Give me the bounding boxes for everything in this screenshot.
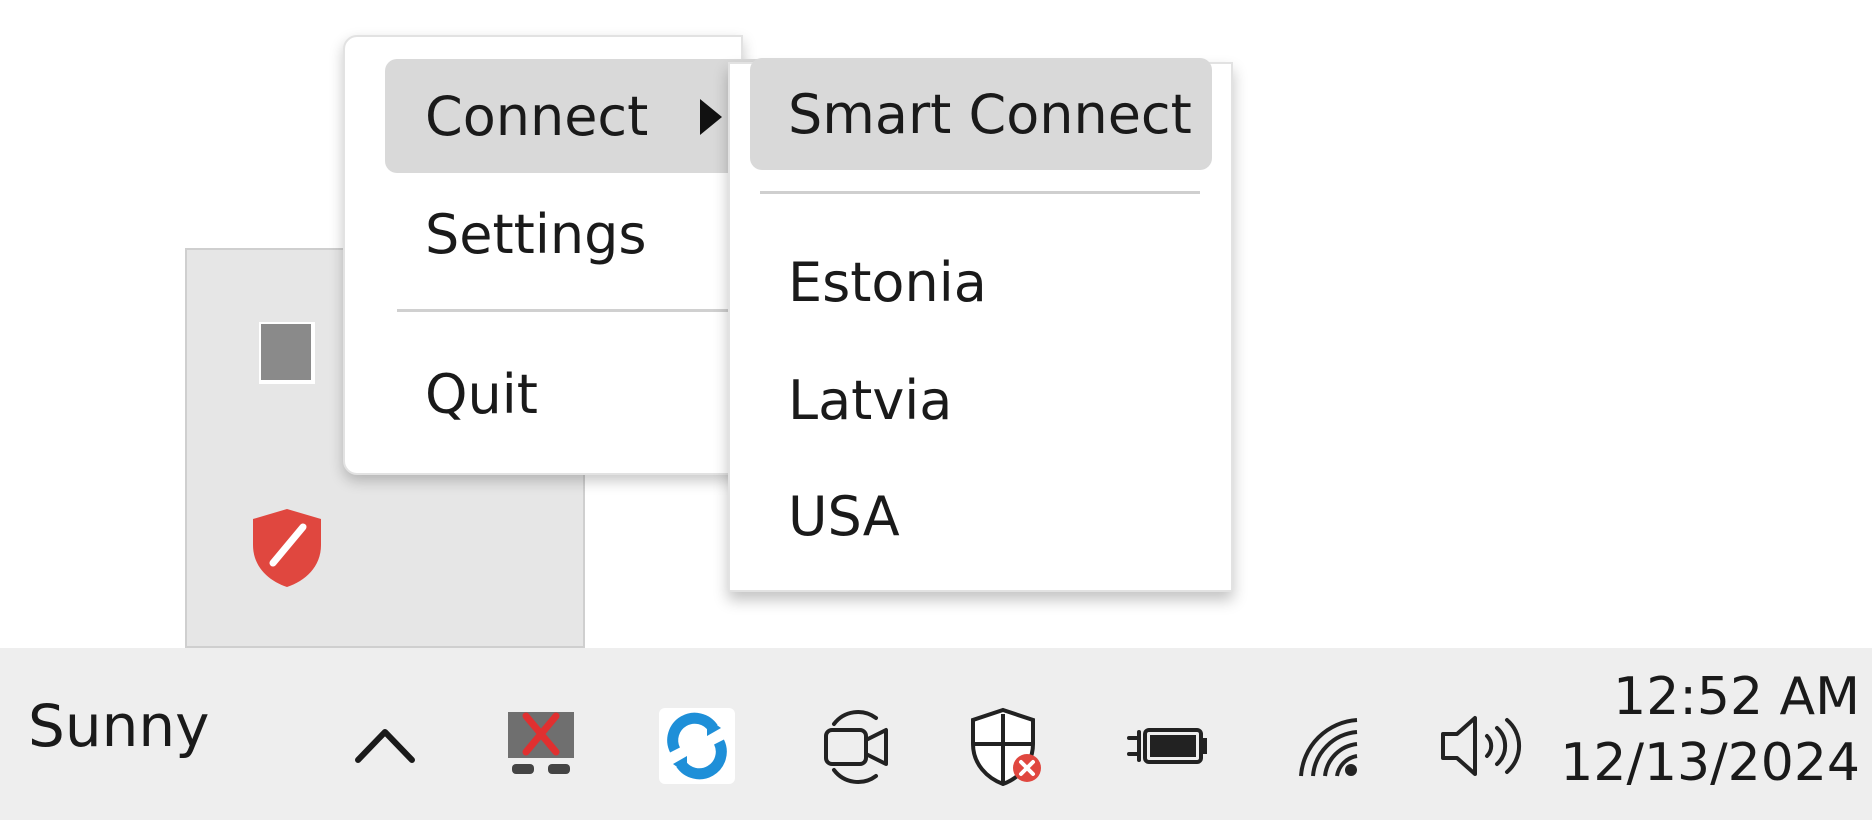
clock-date: 12/13/2024 (1560, 733, 1860, 793)
menu-item-label: Settings (425, 202, 647, 266)
wifi-icon[interactable] (1295, 706, 1367, 786)
system-clock[interactable]: 12:52 AM 12/13/2024 (1560, 664, 1860, 796)
chevron-up-icon[interactable] (350, 706, 420, 786)
app-error-icon[interactable] (500, 706, 582, 786)
taskbar: Sunny 12:52 AM 12/13/2024 (0, 648, 1872, 820)
submenu-arrow-icon (700, 99, 722, 135)
app-square-icon[interactable] (257, 320, 317, 386)
battery-charging-icon[interactable] (1125, 706, 1211, 786)
submenu-separator (760, 191, 1200, 194)
submenu-item-label: Latvia (788, 368, 953, 432)
menu-item-connect[interactable]: Connect (385, 59, 785, 173)
volume-icon[interactable] (1435, 706, 1525, 786)
submenu-item-label: Estonia (788, 250, 987, 314)
defender-warning-icon[interactable] (965, 706, 1049, 786)
menu-separator (397, 309, 747, 312)
menu-item-label: Quit (425, 362, 538, 426)
tray-context-menu: Connect Settings Quit (343, 35, 785, 475)
connect-submenu: Smart Connect Estonia Latvia USA (728, 58, 1233, 592)
red-shield-icon[interactable] (247, 505, 327, 589)
submenu-item-latvia[interactable]: Latvia (750, 344, 1212, 456)
weather-widget[interactable]: Sunny (28, 692, 209, 760)
video-call-icon[interactable] (820, 706, 894, 786)
submenu-item-usa[interactable]: USA (750, 460, 1212, 572)
desktop: Connect Settings Quit Smart Connect Esto… (0, 0, 1872, 820)
menu-item-settings[interactable]: Settings (385, 177, 785, 291)
submenu-item-label: Smart Connect (788, 82, 1192, 146)
submenu-item-smart-connect[interactable]: Smart Connect (750, 58, 1212, 170)
clock-time: 12:52 AM (1613, 667, 1860, 727)
sync-icon[interactable] (655, 706, 739, 786)
submenu-item-label: USA (788, 484, 900, 548)
submenu-item-estonia[interactable]: Estonia (750, 226, 1212, 338)
menu-item-quit[interactable]: Quit (385, 337, 785, 451)
menu-item-label: Connect (425, 84, 649, 148)
